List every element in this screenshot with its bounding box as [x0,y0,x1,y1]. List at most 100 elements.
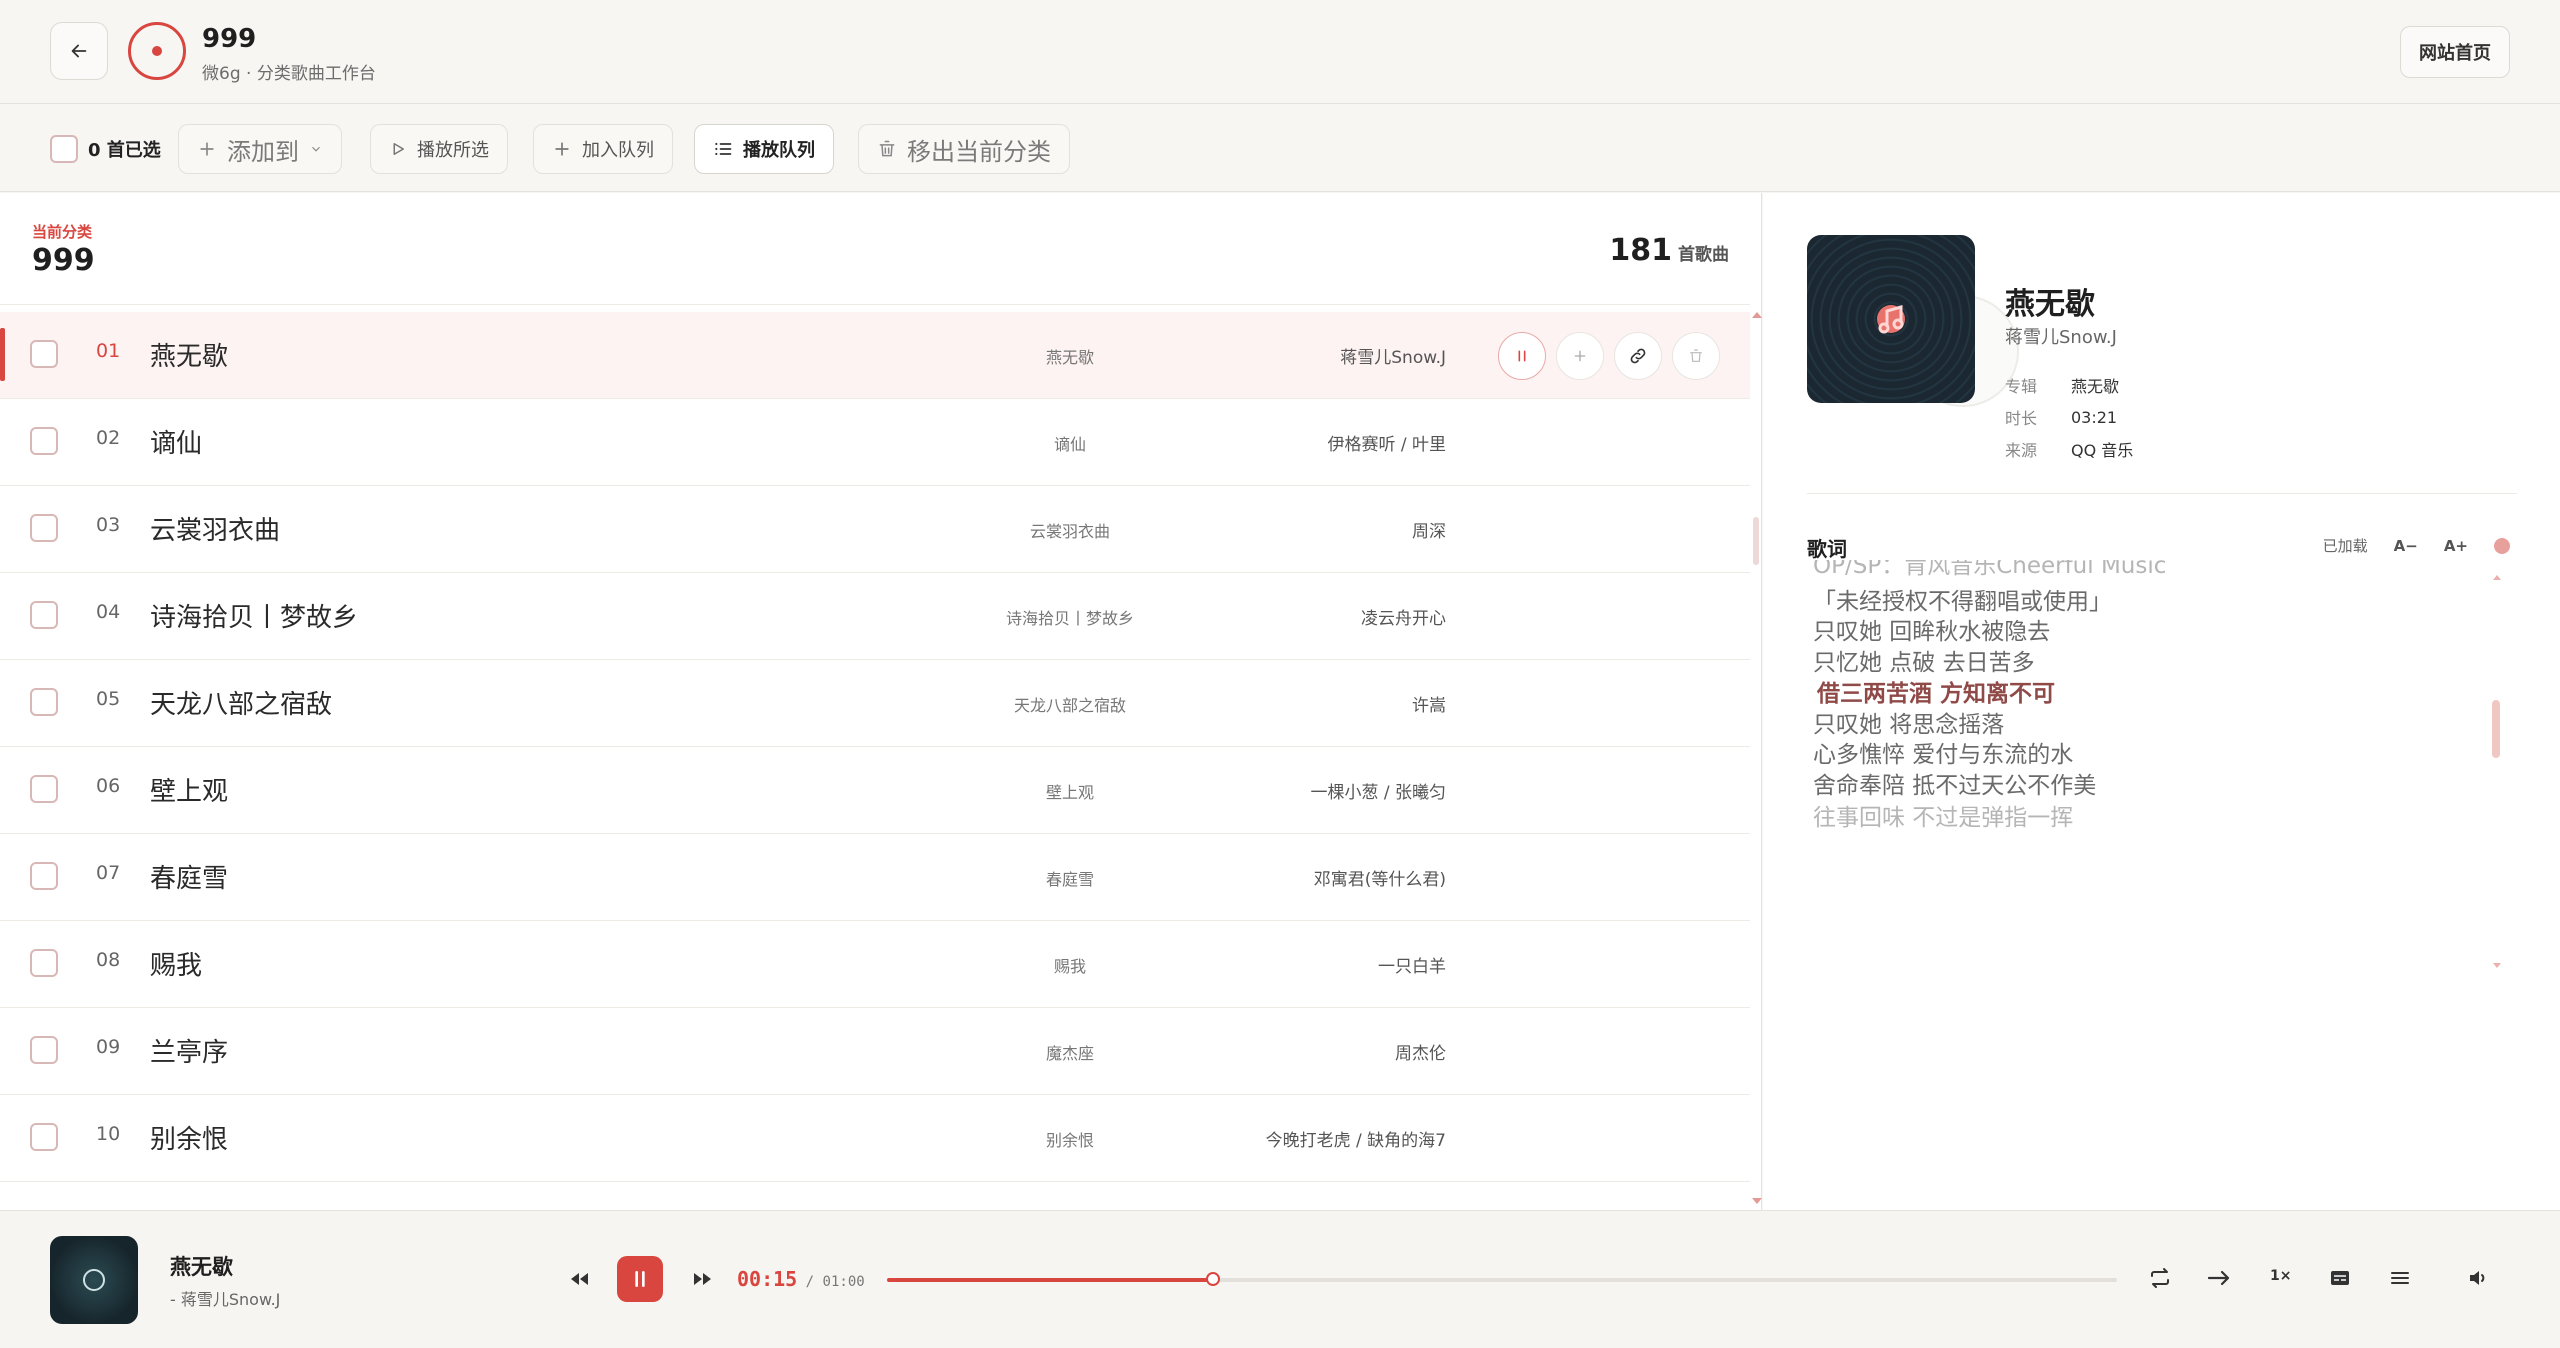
queue-list-icon[interactable] [2388,1266,2412,1290]
play-queue-button[interactable]: 播放队列 [694,124,834,174]
lyric-line: 往事回味 不过是弹指一挥 [1813,805,2074,831]
previous-track-icon[interactable] [568,1267,592,1291]
progress-fill [887,1278,1213,1282]
home-link-button[interactable]: 网站首页 [2400,26,2510,78]
row-add-button[interactable] [1556,332,1604,380]
row-checkbox[interactable] [30,427,58,455]
song-title[interactable]: 诗海拾贝丨梦故乡 [150,597,358,634]
table-row[interactable]: 04 诗海拾贝丨梦故乡 诗海拾贝丨梦故乡 凌云舟开心 [0,573,1750,660]
sequential-play-icon[interactable] [2206,1266,2232,1290]
album-cover [1807,235,2019,407]
scroll-down-icon[interactable] [1752,1198,1762,1204]
track-number: 03 [96,514,121,536]
time-separator: / [805,1274,815,1290]
select-all-control[interactable]: 0 首已选 [50,124,161,174]
chevron-down-icon [312,146,320,152]
song-artist: 周杰伦 [1395,1044,1446,1064]
row-pause-button[interactable] [1498,332,1546,380]
app-logo-icon [128,22,186,80]
playback-speed-button[interactable]: 1× [2270,1268,2291,1284]
row-checkbox[interactable] [30,775,58,803]
song-list-scrollbar[interactable] [1750,312,1762,1210]
row-checkbox[interactable] [30,514,58,542]
next-track-icon[interactable] [690,1267,714,1291]
lyric-line: 舍命奉陪 抵不过天公不作美 [1813,773,2097,799]
play-selected-button[interactable]: 播放所选 [370,124,508,174]
add-to-queue-button[interactable]: 加入队列 [533,124,673,174]
font-smaller-button[interactable]: A− [2394,537,2418,555]
toolbar: 0 首已选 添加到 播放所选 加入队列 播放队列 移出当前分类 [0,104,2560,192]
row-delete-button[interactable] [1672,332,1720,380]
song-artist: 周深 [1412,522,1446,542]
track-number: 09 [96,1036,121,1058]
song-title[interactable]: 别余恨 [150,1119,228,1156]
song-artist: 凌云舟开心 [1361,609,1446,629]
table-row[interactable]: 06 壁上观 壁上观 一棵小葱 / 张曦匀 [0,747,1750,834]
player-artist: - 蒋雪儿Snow.J [170,1290,281,1309]
table-row[interactable]: 02 谪仙 谪仙 伊格赛听 / 叶里 [0,399,1750,486]
album-value: 燕无歇 [2071,377,2120,396]
song-title[interactable]: 燕无歇 [150,336,228,373]
lyrics-view[interactable]: OP/SP：肯风音乐Cheerful Music 「未经授权不得翻唱或使用」 只… [1807,560,2489,970]
back-button[interactable] [50,22,108,80]
row-checkbox[interactable] [30,601,58,629]
row-link-button[interactable] [1614,332,1662,380]
row-checkbox[interactable] [30,949,58,977]
row-checkbox[interactable] [30,340,58,368]
duration-value: 03:21 [2071,407,2118,427]
table-row[interactable]: 05 天龙八部之宿敌 天龙八部之宿敌 许嵩 [0,660,1750,747]
select-all-checkbox[interactable] [50,135,78,163]
scroll-up-icon[interactable] [1752,312,1762,318]
play-pause-button[interactable] [617,1256,663,1302]
add-to-label: 添加到 [227,137,299,166]
lyric-line-active: 借三两苦酒 方知离不可 [1817,681,2056,707]
lyrics-scrollbar-thumb[interactable] [2492,700,2500,758]
table-row[interactable]: 07 春庭雪 春庭雪 邓寓君(等什么君) [0,834,1750,921]
table-row[interactable]: 09 兰亭序 魔杰座 周杰伦 [0,1008,1750,1095]
lyrics-status: 已加载 [2322,537,2368,555]
remove-from-category-button[interactable]: 移出当前分类 [858,124,1070,174]
progress-bar[interactable] [887,1272,2117,1286]
page-subtitle: 微6g · 分类歌曲工作台 [202,64,376,84]
row-checkbox[interactable] [30,1036,58,1064]
row-checkbox[interactable] [30,1123,58,1151]
song-title[interactable]: 云裳羽衣曲 [150,510,280,547]
list-icon [715,142,732,156]
player-cover[interactable] [50,1236,138,1324]
lyrics-sync-toggle[interactable] [2494,537,2510,554]
song-title[interactable]: 春庭雪 [150,858,228,895]
row-checkbox[interactable] [30,688,58,716]
lyrics-scroll-up-icon[interactable] [2493,575,2501,580]
now-playing-title: 燕无歇 [2005,287,2095,322]
lyric-line: 「未经授权不得翻唱或使用」 [1813,589,2112,615]
repeat-icon[interactable] [2148,1266,2172,1290]
lyrics-scroll-down-icon[interactable] [2493,963,2501,968]
player-title: 燕无歇 [170,1255,233,1279]
source-key: 来源 [2005,441,2038,460]
subtitles-icon[interactable] [2328,1266,2352,1290]
lyrics-heading: 歌词 [1807,537,1847,561]
link-icon [1630,348,1646,364]
play-icon [393,143,404,155]
song-artist: 今晚打老虎 / 缺角的海7 [1265,1131,1446,1151]
scrollbar-thumb[interactable] [1753,517,1759,565]
album-key: 专辑 [2005,377,2038,396]
play-selected-label: 播放所选 [417,140,489,161]
table-row[interactable]: 10 别余恨 别余恨 今晚打老虎 / 缺角的海7 [0,1095,1750,1182]
table-row[interactable]: 03 云裳羽衣曲 云裳羽衣曲 周深 [0,486,1750,573]
song-title[interactable]: 壁上观 [150,771,228,808]
table-row[interactable]: 08 赐我 赐我 一只白羊 [0,921,1750,1008]
player-bar: 燕无歇 - 蒋雪儿Snow.J 00:15 / 01:00 1× [0,1210,2560,1348]
song-title[interactable]: 谪仙 [150,423,202,460]
row-checkbox[interactable] [30,862,58,890]
song-title[interactable]: 赐我 [150,945,202,982]
table-row[interactable]: 01 燕无歇 燕无歇 蒋雪儿Snow.J [0,312,1750,399]
page-title: 999 [202,24,257,54]
add-to-dropdown[interactable]: 添加到 [178,124,342,174]
lyric-line: 只叹她 回眸秋水被隐去 [1813,619,2051,645]
song-title[interactable]: 兰亭序 [150,1032,228,1069]
song-title[interactable]: 天龙八部之宿敌 [150,684,332,721]
volume-icon[interactable] [2466,1266,2490,1290]
font-larger-button[interactable]: A+ [2444,537,2468,555]
progress-handle[interactable] [1205,1272,1220,1286]
